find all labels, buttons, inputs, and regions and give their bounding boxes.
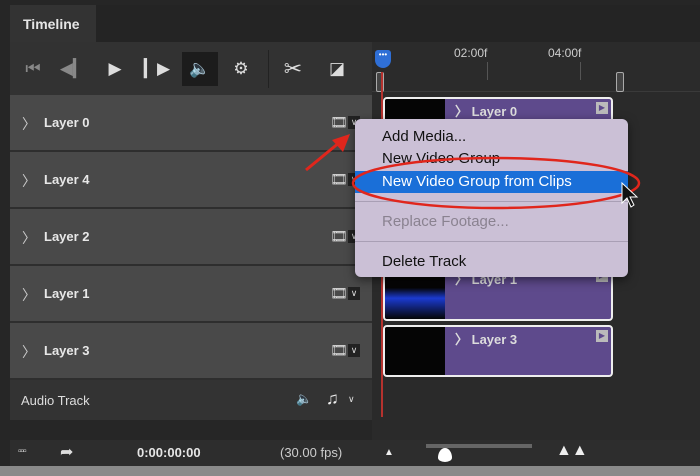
annotation-ellipse bbox=[351, 156, 641, 210]
zoom-out-icon[interactable]: ▲ bbox=[384, 447, 394, 458]
annotation-arrow bbox=[305, 140, 341, 172]
timecode[interactable]: 0:00:00:00 bbox=[137, 445, 201, 460]
convert-arrow-icon[interactable]: ➦ bbox=[60, 442, 73, 462]
zoom-slider-thumb[interactable] bbox=[438, 448, 452, 462]
annotation-arrowhead bbox=[332, 134, 350, 152]
zoom-slider-track[interactable] bbox=[426, 444, 532, 448]
render-frames-icon[interactable]: ▫▫▫ bbox=[18, 446, 27, 457]
frame-rate: (30.00 fps) bbox=[280, 445, 343, 460]
annotation-overlay bbox=[305, 134, 641, 210]
zoom-in-icon[interactable]: ▲▲ bbox=[556, 442, 588, 460]
mouse-cursor-icon bbox=[621, 181, 639, 208]
footer-bar: ▫▫▫ ➦ 0:00:00:00 (30.00 fps) ▲ ▲▲ bbox=[10, 440, 700, 466]
status-strip bbox=[0, 466, 700, 476]
